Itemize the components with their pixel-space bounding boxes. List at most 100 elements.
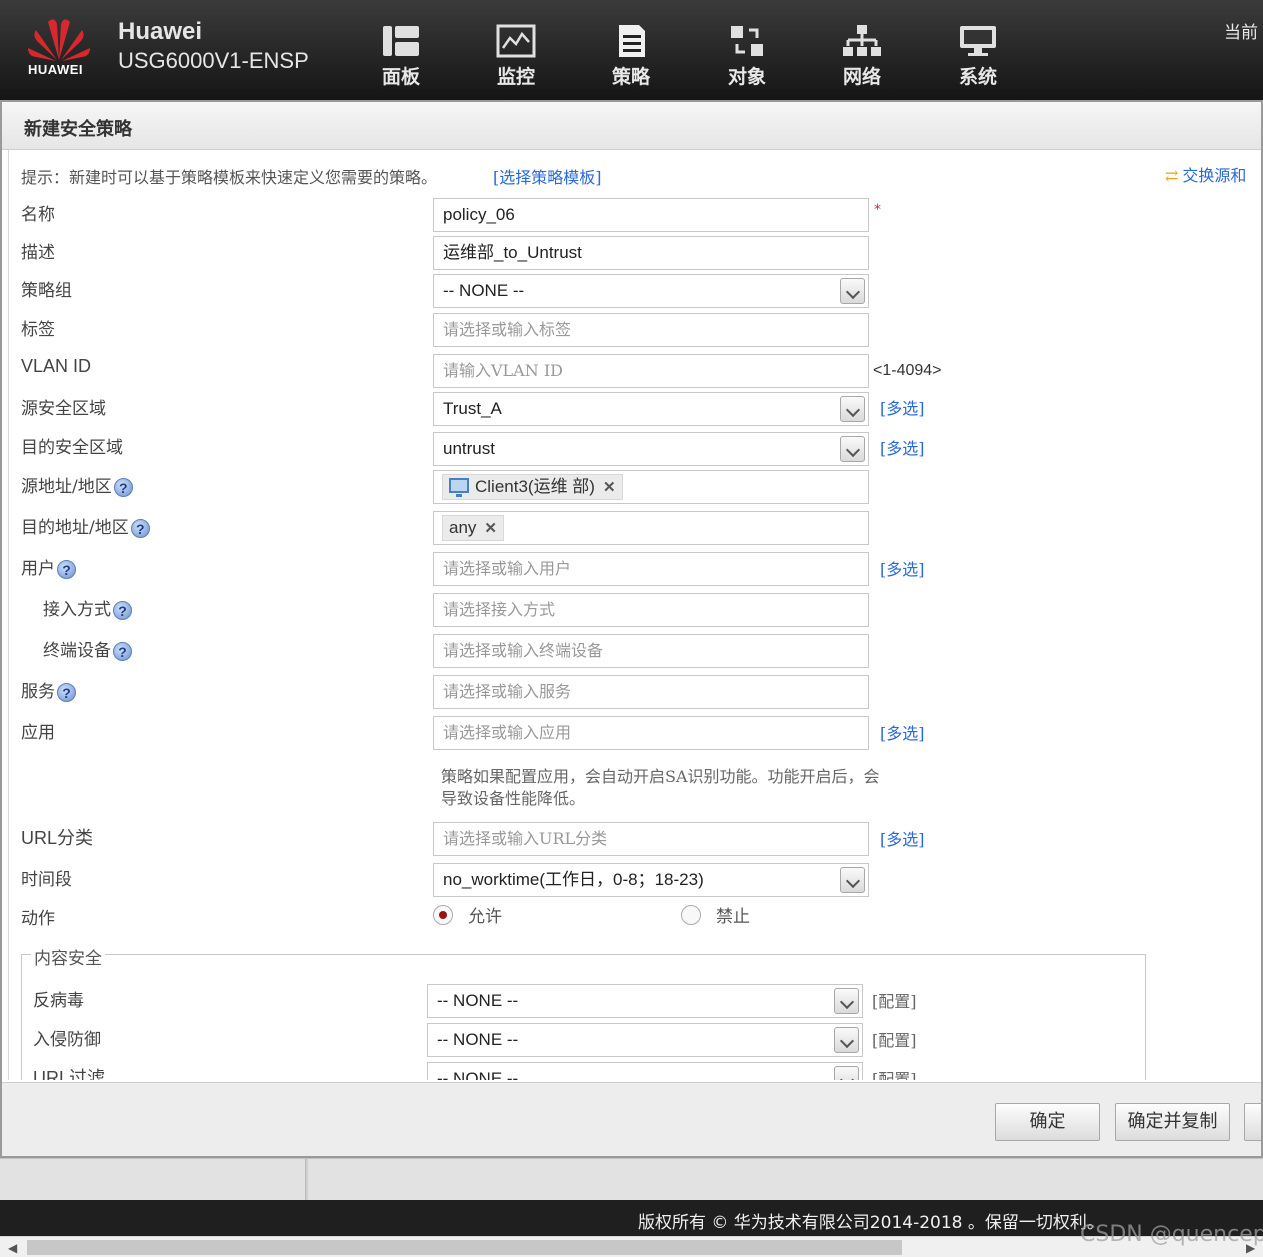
chevron-down-icon[interactable] bbox=[840, 436, 865, 462]
action-deny-label: 禁止 bbox=[716, 907, 750, 927]
nav-system[interactable]: 系统 bbox=[943, 24, 1013, 94]
brand-name: Huawei bbox=[118, 18, 203, 45]
chevron-down-icon[interactable] bbox=[834, 1066, 859, 1080]
scroll-left-icon[interactable]: ◀ bbox=[8, 1241, 17, 1255]
top-banner: HUAWEI Huawei USG6000V1-ENSP 面板 监控 策略 对象… bbox=[0, 0, 1263, 100]
dest-zone-label: 目的安全区域 bbox=[21, 438, 123, 458]
network-icon bbox=[843, 25, 881, 56]
terminal-device-label: 终端设备? bbox=[43, 636, 132, 661]
source-address-label: 源地址/地区? bbox=[21, 472, 133, 497]
user-multi-link[interactable]: [多选] bbox=[880, 556, 925, 580]
address-tag-label: Client3(运维 部) bbox=[475, 477, 595, 496]
dest-address-label: 目的地址/地区? bbox=[21, 513, 150, 538]
vlan-id-label: VLAN ID bbox=[21, 356, 92, 376]
action-deny-radio[interactable] bbox=[681, 905, 701, 925]
application-note: 策略如果配置应用，会自动开启SA识别功能。功能开启后，会导致设备性能降低。 bbox=[441, 767, 880, 808]
scroll-thumb[interactable] bbox=[27, 1240, 902, 1255]
dest-address-label-text: 目的地址/地区 bbox=[21, 518, 129, 538]
time-range-label: 时间段 bbox=[21, 870, 72, 890]
access-mode-input[interactable]: 请选择接入方式 bbox=[433, 593, 869, 627]
nav-object[interactable]: 对象 bbox=[712, 24, 782, 94]
chevron-down-icon[interactable] bbox=[840, 867, 865, 893]
ips-config-link[interactable]: [配置] bbox=[872, 1027, 917, 1051]
copyright-text: 版权所有 © 华为技术有限公司2014-2018 。保留一切权利。 bbox=[638, 1213, 1104, 1233]
help-icon[interactable]: ? bbox=[57, 560, 76, 579]
application-multi-link[interactable]: [多选] bbox=[880, 720, 925, 744]
url-category-multi-link[interactable]: [多选] bbox=[880, 826, 925, 850]
help-icon[interactable]: ? bbox=[113, 478, 133, 497]
description-input[interactable]: 运维部_to_Untrust bbox=[433, 236, 869, 270]
content-security-legend: 内容安全 bbox=[31, 944, 105, 969]
vlan-id-range: <1-4094> bbox=[873, 362, 942, 379]
service-label-text: 服务 bbox=[21, 682, 55, 702]
ok-button[interactable]: 确定 bbox=[995, 1103, 1100, 1141]
help-icon[interactable]: ? bbox=[130, 519, 150, 538]
dialog-button-bar: 确定 确定并复制 bbox=[2, 1082, 1261, 1156]
name-input[interactable]: policy_06 bbox=[433, 198, 869, 232]
help-icon[interactable]: ? bbox=[113, 642, 132, 661]
chevron-down-icon[interactable] bbox=[840, 278, 865, 304]
nav-policy[interactable]: 策略 bbox=[596, 24, 666, 94]
action-label: 动作 bbox=[21, 909, 55, 929]
swap-source-dest-link[interactable]: ⇄ 交换源和 bbox=[1165, 162, 1246, 186]
template-hint: 提示：新建时可以基于策略模板来快速定义您需要的策略。 bbox=[21, 168, 438, 187]
user-label: 用户? bbox=[21, 554, 76, 579]
nav-dashboard[interactable]: 面板 bbox=[366, 24, 436, 94]
user-label-text: 用户 bbox=[21, 559, 55, 579]
dest-zone-select[interactable]: untrust bbox=[433, 432, 869, 466]
user-input[interactable]: 请选择或输入用户 bbox=[433, 552, 869, 586]
policy-form: 提示：新建时可以基于策略模板来快速定义您需要的策略。 [选择策略模板] ⇄ 交换源… bbox=[8, 150, 1261, 1080]
dest-address-input[interactable]: any ✕ bbox=[433, 511, 869, 545]
source-zone-select[interactable]: Trust_A bbox=[433, 392, 869, 426]
source-address-input[interactable]: Client3(运维 部) ✕ bbox=[433, 470, 869, 504]
cancel-button-partial[interactable] bbox=[1244, 1103, 1261, 1141]
description-label: 描述 bbox=[21, 243, 55, 263]
policy-group-label: 策略组 bbox=[21, 281, 72, 301]
required-mark: * bbox=[874, 202, 881, 218]
nav-label: 策略 bbox=[611, 66, 650, 88]
help-icon[interactable]: ? bbox=[113, 601, 132, 620]
terminal-device-input[interactable]: 请选择或输入终端设备 bbox=[433, 634, 869, 668]
url-filter-config-link[interactable]: [配置] bbox=[872, 1066, 917, 1080]
vlan-id-input[interactable]: 请输入VLAN ID bbox=[433, 354, 869, 388]
antivirus-config-link[interactable]: [配置] bbox=[872, 988, 917, 1012]
csdn-watermark: CSDN @quencep bbox=[1080, 1222, 1263, 1247]
time-range-select[interactable]: no_worktime(工作日，0-8；18-23) bbox=[433, 863, 869, 897]
dest-zone-multi-link[interactable]: [多选] bbox=[880, 435, 925, 459]
ok-and-copy-button[interactable]: 确定并复制 bbox=[1115, 1103, 1230, 1141]
antivirus-value: -- NONE -- bbox=[437, 991, 519, 1010]
nav-monitor[interactable]: 监控 bbox=[481, 24, 551, 94]
chevron-down-icon[interactable] bbox=[840, 396, 865, 422]
swap-arrows-icon: ⇄ bbox=[1165, 166, 1179, 185]
current-user-label: 当前 bbox=[1224, 23, 1258, 43]
ips-select[interactable]: -- NONE -- bbox=[427, 1023, 863, 1057]
dialog-titlebar: 新建安全策略 bbox=[2, 102, 1261, 150]
select-template-link[interactable]: [选择策略模板] bbox=[493, 164, 602, 188]
action-allow-radio[interactable] bbox=[433, 905, 453, 925]
action-allow-label: 允许 bbox=[468, 907, 502, 927]
nav-label: 系统 bbox=[958, 66, 997, 88]
remove-tag-icon[interactable]: ✕ bbox=[603, 479, 616, 496]
service-input[interactable]: 请选择或输入服务 bbox=[433, 675, 869, 709]
url-category-input[interactable]: 请选择或输入URL分类 bbox=[433, 822, 869, 856]
source-address-label-text: 源地址/地区 bbox=[21, 477, 112, 497]
source-zone-multi-link[interactable]: [多选] bbox=[880, 395, 925, 419]
horizontal-scrollbar[interactable]: ◀ ▶ bbox=[0, 1236, 1263, 1257]
chevron-down-icon[interactable] bbox=[834, 1027, 859, 1053]
url-filter-select[interactable]: -- NONE -- bbox=[427, 1062, 863, 1080]
source-zone-value: Trust_A bbox=[443, 399, 502, 418]
tag-input[interactable]: 请选择或输入标签 bbox=[433, 313, 869, 347]
chevron-down-icon[interactable] bbox=[834, 988, 859, 1014]
remove-tag-icon[interactable]: ✕ bbox=[484, 520, 497, 537]
policy-group-value: -- NONE -- bbox=[443, 281, 525, 300]
help-icon[interactable]: ? bbox=[57, 683, 76, 702]
url-filter-label: URL过滤 bbox=[33, 1068, 106, 1080]
system-computer-icon bbox=[960, 26, 996, 56]
application-input[interactable]: 请选择或输入应用 bbox=[433, 716, 869, 750]
policy-group-select[interactable]: -- NONE -- bbox=[433, 274, 869, 308]
nav-network[interactable]: 网络 bbox=[827, 24, 897, 94]
application-label: 应用 bbox=[21, 723, 55, 743]
antivirus-select[interactable]: -- NONE -- bbox=[427, 984, 863, 1018]
footer: 版权所有 © 华为技术有限公司2014-2018 。保留一切权利。 bbox=[0, 1200, 1263, 1236]
status-divider bbox=[305, 1159, 308, 1201]
